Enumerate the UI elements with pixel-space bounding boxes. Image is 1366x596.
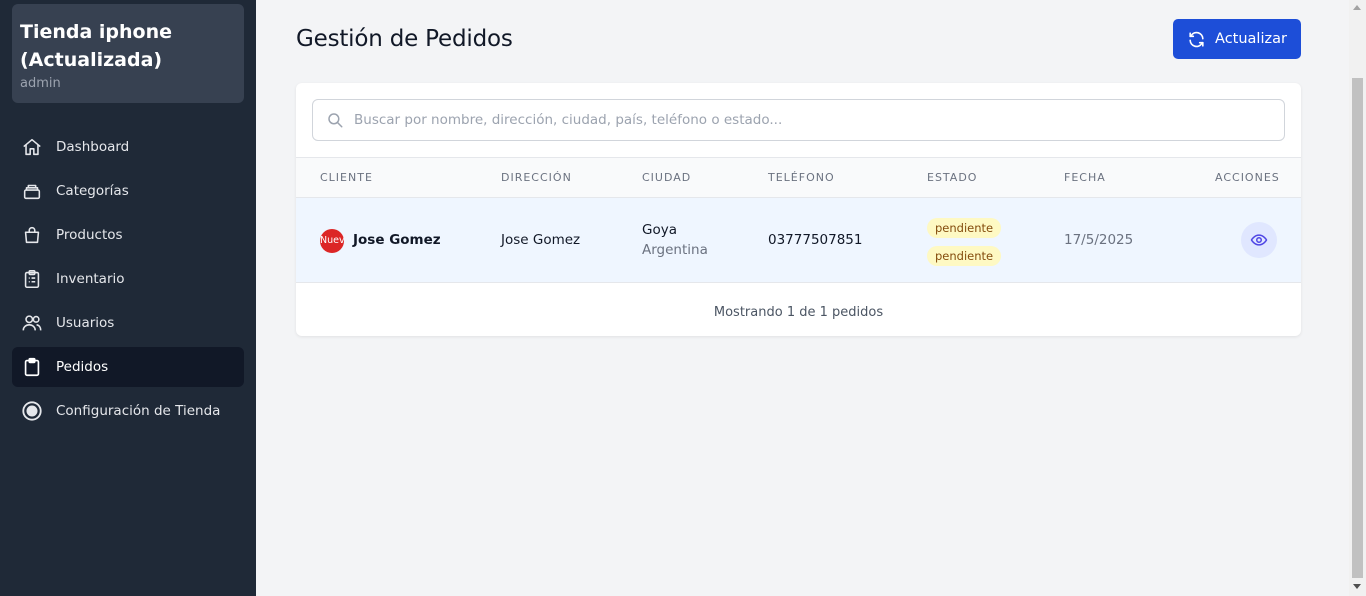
column-header-estado[interactable]: Estado bbox=[927, 158, 977, 197]
scroll-down-arrow-icon[interactable] bbox=[1353, 584, 1361, 589]
column-header-direccion[interactable]: Dirección bbox=[501, 158, 572, 197]
date-cell: 17/5/2025 bbox=[1064, 232, 1134, 248]
sidebar-item-dashboard[interactable]: Dashboard bbox=[12, 127, 244, 167]
sidebar-nav: Dashboard Categorías Productos Inventari… bbox=[12, 127, 244, 435]
sidebar-item-inventario[interactable]: Inventario bbox=[12, 259, 244, 299]
store-title: Tienda iphone (Actualizada) bbox=[20, 21, 173, 71]
status-badge: pendiente bbox=[927, 218, 1002, 238]
search-input[interactable] bbox=[354, 112, 1254, 128]
sidebar-item-label: Categorías bbox=[56, 183, 129, 199]
clipboard-icon bbox=[20, 355, 44, 379]
sidebar-item-label: Pedidos bbox=[56, 359, 109, 375]
address-cell: Jose Gomez bbox=[501, 232, 581, 248]
sidebar-item-pedidos[interactable]: Pedidos bbox=[12, 347, 244, 387]
view-order-button[interactable] bbox=[1241, 222, 1277, 258]
sidebar-item-label: Inventario bbox=[56, 271, 125, 287]
sidebar-item-label: Dashboard bbox=[56, 139, 130, 155]
scroll-thumb[interactable] bbox=[1352, 78, 1363, 578]
page-scrollbar[interactable] bbox=[1349, 0, 1366, 596]
sidebar-item-categorias[interactable]: Categorías bbox=[12, 171, 244, 211]
country-cell: Argentina bbox=[642, 242, 708, 258]
search-icon bbox=[328, 113, 343, 128]
refresh-button[interactable]: Actualizar bbox=[1173, 19, 1301, 59]
client-name: Jose Gomez bbox=[353, 232, 441, 248]
column-header-telefono[interactable]: Teléfono bbox=[768, 158, 835, 197]
city-cell: Goya bbox=[642, 222, 677, 238]
users-icon bbox=[20, 311, 44, 335]
clipboard-list-icon bbox=[20, 267, 44, 291]
sidebar-item-configuracion[interactable]: Configuración de Tienda bbox=[12, 391, 244, 431]
main-content: Gestión de Pedidos Actualizar Cliente Di… bbox=[256, 0, 1349, 596]
sidebar-item-label: Usuarios bbox=[56, 315, 115, 331]
bag-icon bbox=[20, 223, 44, 247]
column-header-acciones: Acciones bbox=[1215, 171, 1280, 184]
search-box bbox=[312, 99, 1285, 141]
sidebar: Tienda iphone (Actualizada) admin Dashbo… bbox=[0, 0, 256, 596]
column-header-cliente[interactable]: Cliente bbox=[320, 158, 373, 197]
home-icon bbox=[20, 135, 44, 159]
results-summary: Mostrando 1 de 1 pedidos bbox=[713, 305, 884, 320]
table-row[interactable]: Nuevo Jose Gomez Jose Gomez Goya Argenti… bbox=[296, 198, 1301, 283]
column-header-fecha[interactable]: Fecha bbox=[1064, 158, 1106, 197]
sidebar-item-usuarios[interactable]: Usuarios bbox=[12, 303, 244, 343]
refresh-icon bbox=[1189, 31, 1204, 47]
sidebar-item-productos[interactable]: Productos bbox=[12, 215, 244, 255]
layers-icon bbox=[20, 179, 44, 203]
store-info-card: Tienda iphone (Actualizada) admin bbox=[12, 4, 244, 103]
orders-card: Cliente Dirección Ciudad Teléfono Estado… bbox=[296, 83, 1301, 336]
scroll-up-arrow-icon[interactable] bbox=[1353, 5, 1361, 10]
column-header-ciudad[interactable]: Ciudad bbox=[642, 158, 691, 197]
page-title: Gestión de Pedidos bbox=[296, 26, 513, 52]
new-order-badge: Nuevo bbox=[320, 229, 344, 253]
status-badge: pendiente bbox=[927, 246, 1002, 266]
target-icon bbox=[20, 399, 44, 423]
sidebar-item-label: Productos bbox=[56, 227, 123, 243]
refresh-button-label: Actualizar bbox=[1215, 31, 1287, 47]
phone-cell: 03777507851 bbox=[768, 232, 863, 248]
store-role: admin bbox=[20, 76, 61, 91]
eye-icon bbox=[1250, 234, 1268, 246]
table-header: Cliente Dirección Ciudad Teléfono Estado… bbox=[296, 157, 1301, 198]
sidebar-item-label: Configuración de Tienda bbox=[56, 403, 221, 419]
